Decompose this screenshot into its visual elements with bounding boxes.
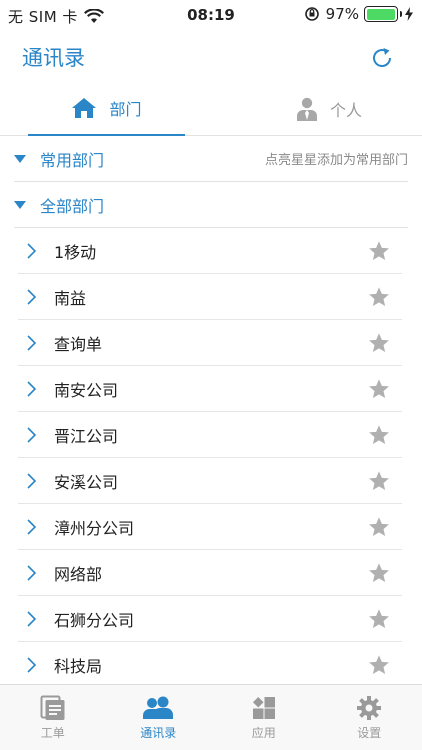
section-all-departments[interactable]: 全部部门 <box>0 182 422 228</box>
list-item[interactable]: 南安公司 <box>0 366 422 412</box>
list-item[interactable]: 1移动 <box>0 228 422 274</box>
department-name: 网络部 <box>54 564 103 584</box>
department-name: 1移动 <box>54 242 97 262</box>
home-icon <box>72 98 97 118</box>
section-title: 全部部门 <box>40 196 105 216</box>
charging-icon <box>405 7 413 21</box>
chevron-right-icon <box>27 242 37 259</box>
chevron-right-icon <box>27 472 37 489</box>
list-item[interactable]: 安溪公司 <box>0 458 422 504</box>
star-icon[interactable] <box>368 654 390 676</box>
gear-icon <box>357 696 382 720</box>
apps-icon <box>252 696 275 719</box>
tabbar-label: 应用 <box>251 726 276 740</box>
tabbar-apps[interactable]: 应用 <box>211 685 317 750</box>
star-icon[interactable] <box>368 378 390 400</box>
workorder-icon <box>40 695 65 720</box>
star-icon[interactable] <box>368 516 390 538</box>
refresh-icon[interactable] <box>370 46 394 70</box>
tab-personal-label: 个人 <box>329 101 362 120</box>
chevron-right-icon <box>27 610 37 627</box>
battery-icon <box>364 6 402 22</box>
person-icon <box>296 97 317 121</box>
list-item[interactable]: 南益 <box>0 274 422 320</box>
section-hint: 点亮星星添加为常用部门 <box>264 153 408 168</box>
tabbar-workorder[interactable]: 工单 <box>0 685 106 750</box>
rotation-lock-icon <box>304 7 319 21</box>
status-bar: 无 SIM 卡 08:19 97% <box>0 0 422 30</box>
battery-percent: 97% <box>325 5 359 23</box>
star-icon[interactable] <box>368 332 390 354</box>
tabbar-label: 设置 <box>357 726 382 740</box>
bottom-tab-bar: 工单 通讯录 应用 设置 <box>0 684 422 750</box>
chevron-right-icon <box>27 656 37 673</box>
section-common-departments[interactable]: 常用部门 点亮星星添加为常用部门 <box>0 136 422 182</box>
department-name: 晋江公司 <box>54 426 119 446</box>
star-icon[interactable] <box>368 424 390 446</box>
star-icon[interactable] <box>368 240 390 262</box>
tabbar-label: 工单 <box>40 726 65 740</box>
department-name: 查询单 <box>54 334 103 354</box>
tab-department[interactable]: 部门 <box>28 82 185 136</box>
list-item[interactable]: 晋江公司 <box>0 412 422 458</box>
department-list: 1移动 南益 查询单 南安公司 晋江公司 安溪公司 漳州分公司 网络部 石狮分公 <box>0 228 422 688</box>
list-item[interactable]: 网络部 <box>0 550 422 596</box>
list-item[interactable]: 科技局 <box>0 642 422 688</box>
expand-triangle-icon <box>14 200 26 209</box>
chevron-right-icon <box>27 380 37 397</box>
tabbar-contacts[interactable]: 通讯录 <box>106 685 212 750</box>
star-icon[interactable] <box>368 608 390 630</box>
tab-personal[interactable]: 个人 <box>236 82 422 136</box>
section-title: 常用部门 <box>40 150 105 170</box>
page-title: 通讯录 <box>22 46 85 70</box>
star-icon[interactable] <box>368 286 390 308</box>
chevron-right-icon <box>27 288 37 305</box>
department-name: 南安公司 <box>54 380 119 400</box>
department-name: 安溪公司 <box>54 472 119 492</box>
chevron-right-icon <box>27 518 37 535</box>
chevron-right-icon <box>27 426 37 443</box>
department-name: 石狮分公司 <box>54 610 135 630</box>
department-name: 南益 <box>54 288 87 308</box>
contacts-icon <box>143 696 174 719</box>
list-item[interactable]: 漳州分公司 <box>0 504 422 550</box>
segment-tabs: 部门 个人 <box>0 82 422 136</box>
tabbar-label: 通讯录 <box>140 726 177 740</box>
chevron-right-icon <box>27 564 37 581</box>
star-icon[interactable] <box>368 562 390 584</box>
list-item[interactable]: 查询单 <box>0 320 422 366</box>
nav-bar: 通讯录 <box>0 30 422 82</box>
expand-triangle-icon <box>14 154 26 163</box>
tab-department-label: 部门 <box>109 100 142 119</box>
chevron-right-icon <box>27 334 37 351</box>
star-icon[interactable] <box>368 470 390 492</box>
department-name: 科技局 <box>54 656 103 676</box>
tabbar-settings[interactable]: 设置 <box>317 685 422 750</box>
department-name: 漳州分公司 <box>54 518 135 538</box>
list-item[interactable]: 石狮分公司 <box>0 596 422 642</box>
